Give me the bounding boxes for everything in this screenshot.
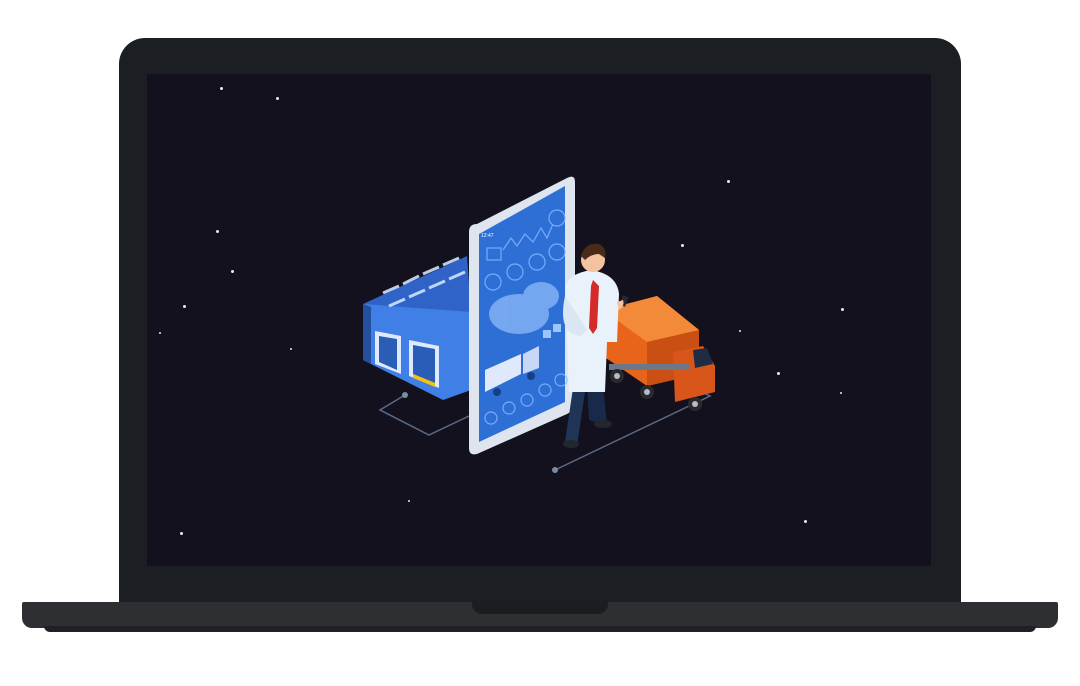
connector-node	[402, 392, 408, 398]
laptop-base-shadow	[44, 626, 1036, 632]
connector-node	[552, 467, 558, 473]
logistics-illustration: 12:47	[363, 176, 715, 473]
laptop-screen: 12:47	[147, 74, 931, 566]
smartphone-icon	[469, 176, 575, 455]
laptop-notch	[472, 602, 608, 614]
phone-status-time: 12:47	[481, 233, 494, 239]
delivery-truck-icon	[603, 296, 715, 411]
warehouse-icon	[363, 256, 477, 400]
